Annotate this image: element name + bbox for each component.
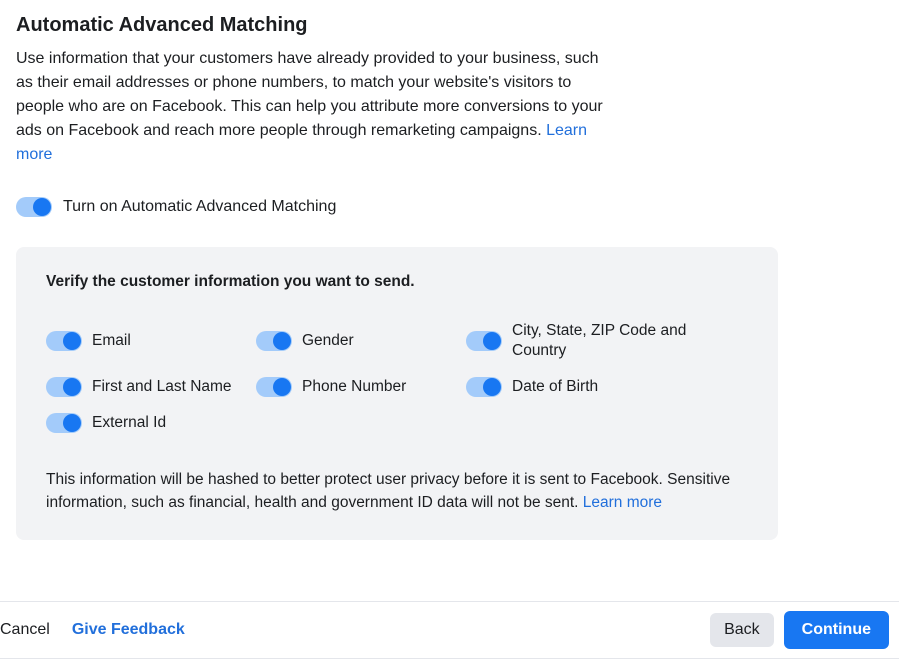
toggle-knob [483, 332, 501, 350]
verify-title: Verify the customer information you want… [46, 273, 748, 291]
phone-label: Phone Number [302, 377, 406, 397]
toggle-item-gender: Gender [256, 321, 466, 361]
footer: Cancel Give Feedback Back Continue [0, 601, 899, 659]
gender-toggle[interactable] [256, 331, 292, 351]
verify-box: Verify the customer information you want… [16, 247, 778, 540]
location-label: City, State, ZIP Code and Country [512, 321, 696, 361]
toggle-knob [33, 198, 51, 216]
cancel-button[interactable]: Cancel [0, 621, 50, 639]
main-toggle[interactable] [16, 197, 52, 217]
phone-toggle[interactable] [256, 377, 292, 397]
toggle-item-dob: Date of Birth [466, 377, 696, 397]
page-description: Use information that your customers have… [16, 47, 606, 167]
name-label: First and Last Name [92, 377, 232, 397]
main-toggle-row: Turn on Automatic Advanced Matching [16, 197, 883, 217]
toggle-item-external-id: External Id [46, 413, 256, 433]
page-title: Automatic Advanced Matching [16, 14, 883, 37]
give-feedback-button[interactable]: Give Feedback [72, 621, 185, 639]
footer-right: Back Continue [710, 611, 889, 649]
toggle-item-email: Email [46, 321, 256, 361]
external-id-label: External Id [92, 413, 166, 433]
description-text: Use information that your customers have… [16, 50, 603, 139]
main-toggle-label: Turn on Automatic Advanced Matching [63, 198, 336, 216]
name-toggle[interactable] [46, 377, 82, 397]
toggle-knob [63, 378, 81, 396]
toggle-grid: Email Gender City, State, ZIP Code and C… [46, 321, 748, 434]
footer-left: Cancel Give Feedback [0, 621, 185, 639]
toggle-item-location: City, State, ZIP Code and Country [466, 321, 696, 361]
email-label: Email [92, 331, 131, 351]
gender-label: Gender [302, 331, 354, 351]
back-button[interactable]: Back [710, 613, 774, 647]
dob-toggle[interactable] [466, 377, 502, 397]
toggle-knob [63, 332, 81, 350]
toggle-knob [63, 414, 81, 432]
privacy-learn-more-link[interactable]: Learn more [583, 494, 662, 511]
toggle-item-name: First and Last Name [46, 377, 256, 397]
dob-label: Date of Birth [512, 377, 598, 397]
external-id-toggle[interactable] [46, 413, 82, 433]
toggle-knob [273, 378, 291, 396]
toggle-knob [273, 332, 291, 350]
continue-button[interactable]: Continue [784, 611, 889, 649]
toggle-knob [483, 378, 501, 396]
privacy-note: This information will be hashed to bette… [46, 468, 746, 515]
location-toggle[interactable] [466, 331, 502, 351]
toggle-item-phone: Phone Number [256, 377, 466, 397]
email-toggle[interactable] [46, 331, 82, 351]
